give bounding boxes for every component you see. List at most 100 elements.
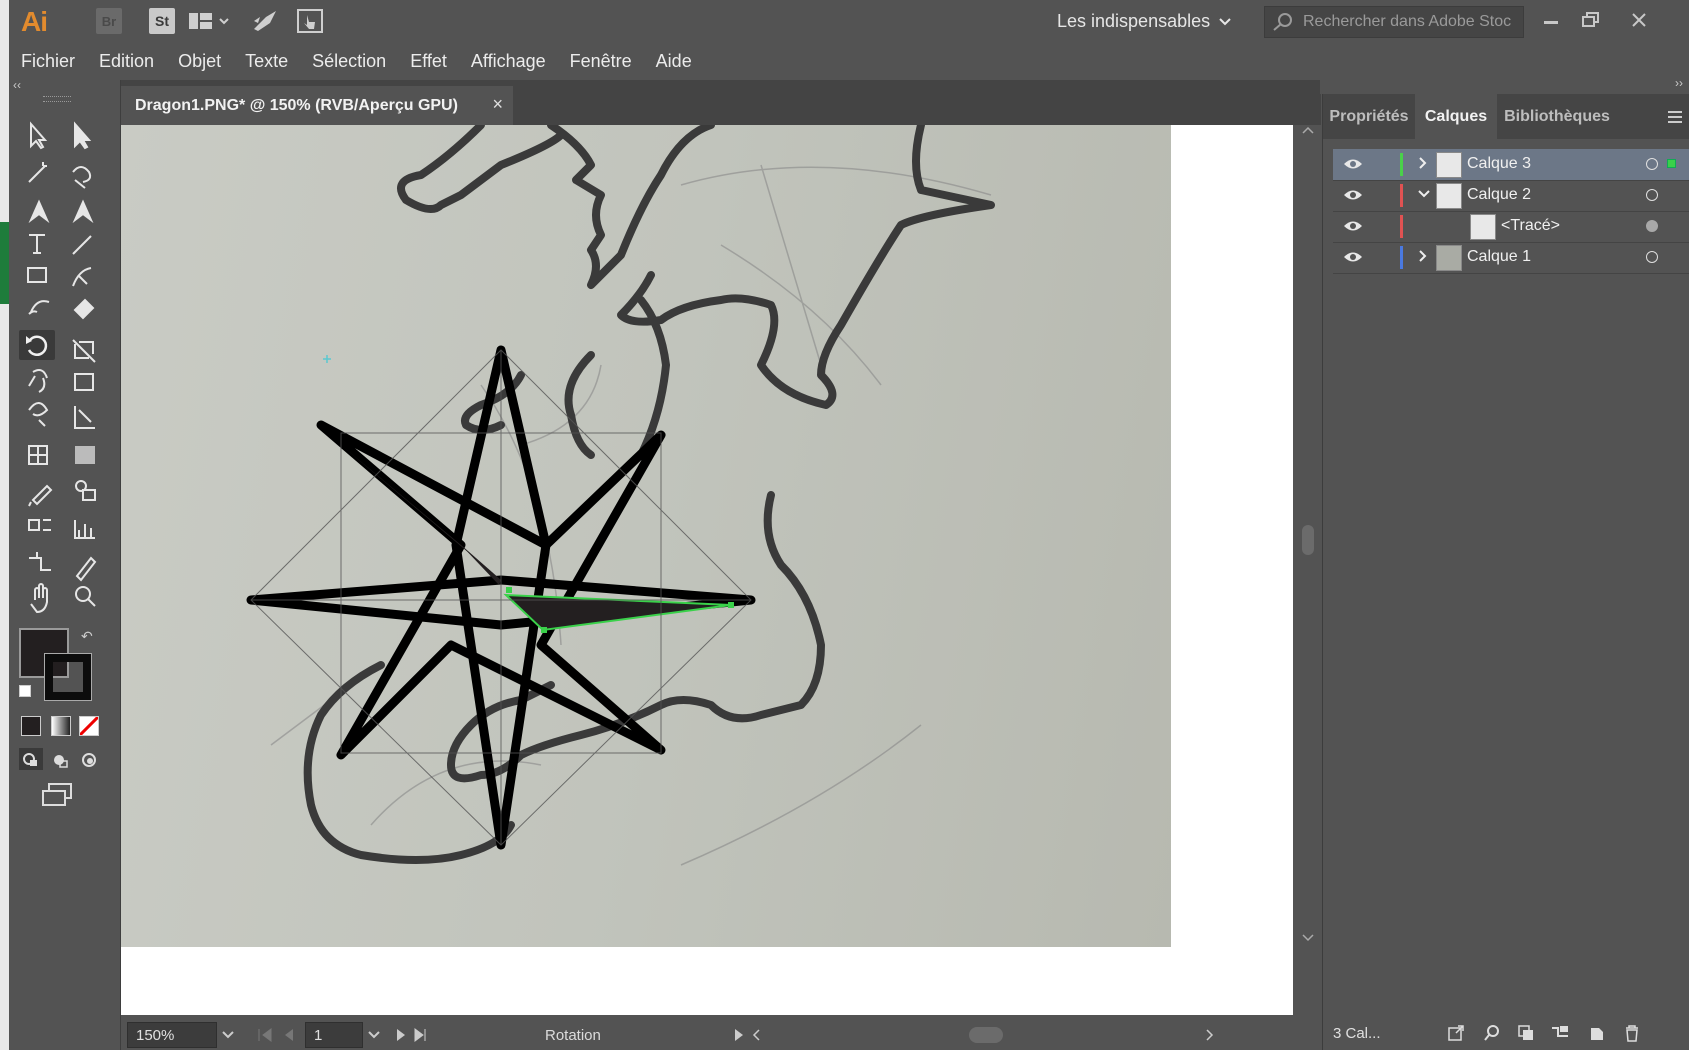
expand-chevron-icon[interactable] — [1416, 248, 1430, 264]
collapse-panels-icon[interactable]: ›› — [1675, 76, 1683, 90]
stroke-swatch[interactable] — [44, 653, 92, 701]
illustrator-window: Ai Br St Les indispensables Rechercher d… — [9, 0, 1689, 1050]
locate-object-icon[interactable] — [1481, 1022, 1503, 1044]
collapse-chevron-icon[interactable] — [1416, 186, 1432, 202]
chevron-down-icon — [1219, 18, 1231, 26]
new-layer-icon[interactable] — [1585, 1022, 1607, 1044]
menu-fenetre[interactable]: Fenêtre — [570, 51, 632, 72]
close-window-button[interactable] — [1619, 4, 1659, 36]
menu-edition[interactable]: Edition — [99, 51, 154, 72]
menu-fichier[interactable]: Fichier — [21, 51, 75, 72]
delete-layer-icon[interactable] — [1621, 1022, 1643, 1044]
layer-row-calque-1[interactable]: Calque 1 — [1333, 242, 1689, 274]
selection-indicator — [1667, 159, 1676, 168]
stock-button[interactable]: St — [149, 8, 175, 34]
panel-menu-icon[interactable] — [1666, 110, 1684, 124]
horizontal-scroll-thumb[interactable] — [969, 1027, 1003, 1043]
target-icon[interactable] — [1646, 189, 1658, 201]
path-name[interactable]: <Tracé> — [1501, 217, 1560, 235]
target-icon[interactable] — [1646, 220, 1658, 232]
tab-calques[interactable]: Calques — [1415, 94, 1497, 139]
toolbar-grip[interactable] — [43, 96, 71, 102]
tab-proprietes[interactable]: Propriétés — [1323, 94, 1415, 139]
tool-icons — [27, 121, 97, 614]
layer-name[interactable]: Calque 3 — [1467, 155, 1531, 173]
layer-name[interactable]: Calque 2 — [1467, 186, 1531, 204]
next-artboard-icon[interactable] — [393, 1027, 411, 1043]
target-icon[interactable] — [1646, 158, 1658, 170]
zoom-field[interactable]: 150% — [127, 1022, 217, 1048]
workspace-switcher[interactable]: Les indispensables — [1057, 8, 1232, 34]
draw-inside-icon[interactable] — [79, 750, 99, 775]
last-artboard-icon[interactable] — [411, 1027, 433, 1043]
tools-panel: ‹‹ ↶ — [9, 78, 121, 1050]
visibility-eye-icon[interactable] — [1343, 250, 1363, 264]
scroll-left-icon[interactable] — [747, 1027, 769, 1043]
first-artboard-icon[interactable] — [255, 1027, 281, 1043]
menu-bar: Fichier Edition Objet Texte Sélection Ef… — [9, 45, 1689, 77]
close-tab-icon[interactable]: × — [492, 94, 503, 115]
touch-workspace-icon[interactable] — [294, 8, 326, 34]
status-menu-arrow-icon[interactable] — [731, 1027, 747, 1043]
title-bar: Ai Br St Les indispensables Rechercher d… — [9, 0, 1689, 42]
artboard-number-field[interactable]: 1 — [305, 1022, 363, 1048]
expand-chevron-icon[interactable] — [1416, 155, 1430, 171]
arrange-documents-icon[interactable] — [184, 8, 234, 34]
visibility-eye-icon[interactable] — [1343, 219, 1363, 233]
stock-search-field[interactable]: Rechercher dans Adobe Stoc — [1264, 6, 1524, 38]
layer-color-indicator — [1400, 215, 1403, 238]
menu-texte[interactable]: Texte — [245, 51, 288, 72]
export-icon[interactable] — [1445, 1022, 1467, 1044]
search-placeholder: Rechercher dans Adobe Stoc — [1303, 13, 1512, 30]
bridge-button[interactable]: Br — [96, 8, 122, 34]
restore-button[interactable] — [1571, 4, 1611, 36]
vertical-scrollbar[interactable] — [1296, 125, 1320, 1020]
scroll-right-icon[interactable] — [1199, 1027, 1221, 1043]
layer-thumbnail — [1436, 183, 1462, 209]
status-bar: 150% 1 Rotation — [121, 1020, 1297, 1050]
dragon-sketch-image — [121, 125, 1171, 947]
clipping-mask-icon[interactable] — [1515, 1022, 1537, 1044]
layer-color-indicator — [1400, 153, 1403, 176]
rotate-tool[interactable] — [19, 330, 55, 360]
draw-normal-icon[interactable] — [19, 748, 43, 770]
visibility-eye-icon[interactable] — [1343, 188, 1363, 202]
none-mode-icon[interactable] — [79, 716, 99, 736]
layer-name[interactable]: Calque 1 — [1467, 248, 1531, 266]
menu-affichage[interactable]: Affichage — [471, 51, 546, 72]
color-mode-icon[interactable] — [21, 716, 41, 736]
layers-panel-footer: 3 Cal... — [1323, 1016, 1689, 1050]
document-tab[interactable]: Dragon1.PNG* @ 150% (RVB/Aperçu GPU) × — [121, 86, 513, 125]
previous-artboard-icon[interactable] — [281, 1027, 299, 1043]
tab-bibliotheques[interactable]: Bibliothèques — [1497, 94, 1617, 139]
draw-behind-icon[interactable] — [51, 750, 71, 775]
gpu-performance-icon[interactable] — [249, 8, 281, 34]
collapse-toolbar-icon[interactable]: ‹‹ — [13, 78, 21, 92]
screen-mode-icon[interactable] — [41, 782, 75, 813]
layer-row-calque-2[interactable]: Calque 2 — [1333, 180, 1689, 212]
swap-fill-stroke-icon[interactable]: ↶ — [81, 628, 93, 645]
layer-color-indicator — [1400, 184, 1403, 207]
gradient-mode-icon[interactable] — [51, 716, 71, 736]
document-tab-title: Dragon1.PNG* @ 150% (RVB/Aperçu GPU) — [135, 96, 458, 114]
layer-row-calque-3[interactable]: Calque 3 — [1333, 149, 1689, 181]
menu-selection[interactable]: Sélection — [312, 51, 386, 72]
canvas[interactable] — [121, 125, 1293, 1015]
default-colors-icon[interactable] — [19, 685, 31, 697]
menu-objet[interactable]: Objet — [178, 51, 221, 72]
artboard-number: 1 — [314, 1026, 323, 1044]
zoom-dropdown-icon[interactable] — [217, 1028, 239, 1042]
target-icon[interactable] — [1646, 251, 1658, 263]
visibility-eye-icon[interactable] — [1343, 157, 1363, 171]
new-sublayer-icon[interactable] — [1549, 1022, 1571, 1044]
panel-dock-header: ›› — [1320, 76, 1689, 94]
menu-effet[interactable]: Effet — [410, 51, 447, 72]
menu-aide[interactable]: Aide — [656, 51, 692, 72]
path-thumbnail — [1470, 214, 1496, 240]
layer-thumbnail — [1436, 152, 1462, 178]
workspace-label: Les indispensables — [1057, 10, 1211, 31]
sublayer-row-trace[interactable]: <Tracé> — [1333, 211, 1689, 243]
layers-panel: Propriétés Calques Bibliothèques Calque … — [1322, 94, 1689, 1050]
minimize-button[interactable] — [1531, 4, 1571, 36]
artboard-dropdown-icon[interactable] — [363, 1028, 385, 1042]
